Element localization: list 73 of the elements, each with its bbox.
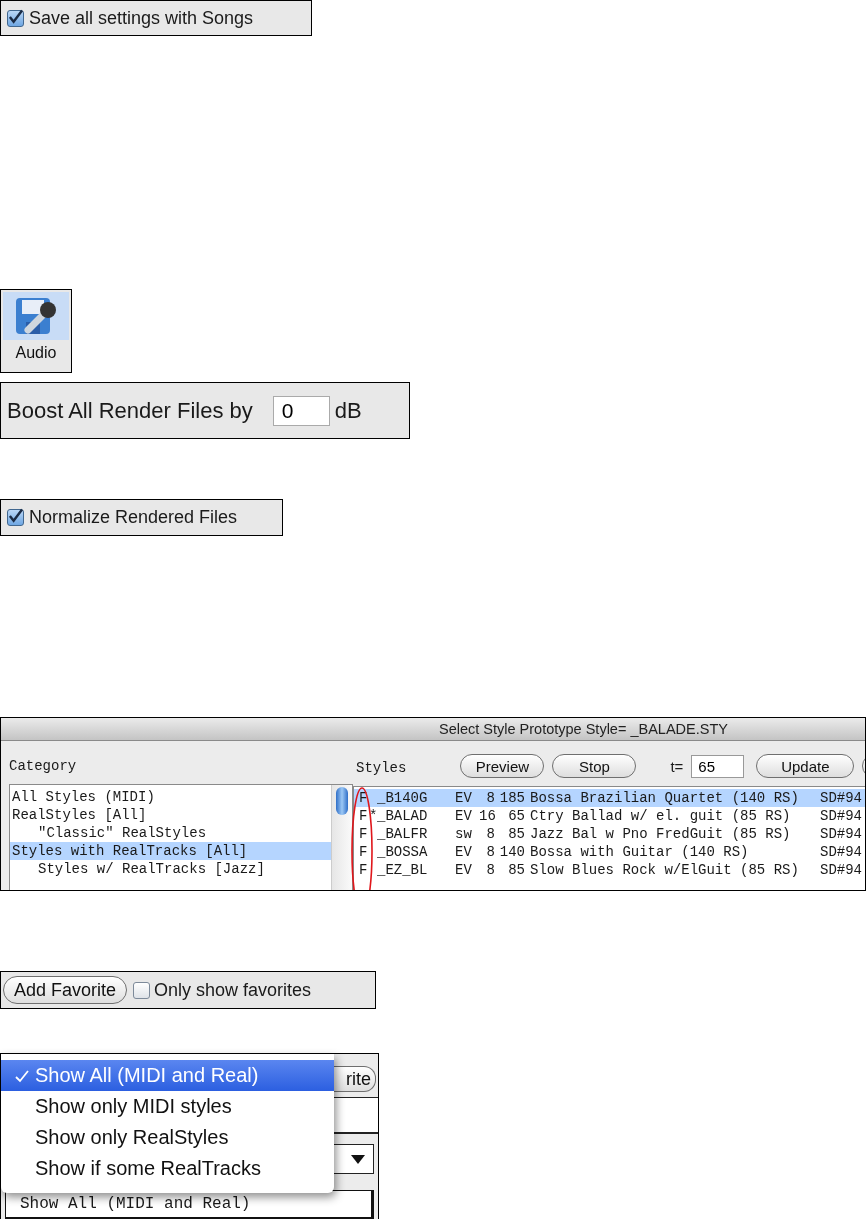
window-title: Select Style Prototype Style= _BALADE.STY	[439, 721, 728, 737]
scroll-thumb[interactable]	[336, 787, 348, 815]
table-cell-text: 8	[485, 789, 495, 807]
table-cell-text: _EZ_BL	[377, 861, 429, 879]
unit-label: dB	[334, 397, 362, 424]
category-item[interactable]: Styles w/ RealTracks [Jazz]	[10, 860, 331, 878]
style-row[interactable]: F _B140G EV 8 185 Bossa Brazilian Quartet (140 RS) SD#94	[354, 789, 865, 807]
boost-field[interactable]: 0	[272, 395, 330, 426]
style-row[interactable]: F _BALFR sw 8 85 Jazz Bal w Pno FredGuit (85 RS) SD#94	[354, 825, 865, 843]
boost-label: Boost All Render Files by	[7, 397, 253, 424]
scrollbar[interactable]	[331, 785, 352, 890]
table-cell-text: 85	[507, 825, 525, 843]
table-cell-text: Ctry Ballad w/ el. guit (85 RS)	[529, 807, 792, 825]
category-item[interactable]: All Styles (MIDI)	[10, 788, 331, 806]
table-cell: F	[359, 807, 369, 825]
table-cell-text: _B140G	[377, 789, 429, 807]
table-cell-text: EV	[455, 789, 473, 807]
table-cell-text: 8	[485, 825, 495, 843]
menu-item[interactable]: Show All (MIDI and Real)	[1, 1060, 334, 1091]
table-cell-text: 85	[507, 861, 525, 879]
category-item[interactable]: Styles with RealTracks [All]	[10, 842, 331, 860]
table-cell-text: _BOSSA	[377, 843, 429, 861]
tempo-field[interactable]: 65	[691, 755, 745, 778]
table-cell-text: 65	[507, 807, 525, 825]
add-favorite-button[interactable]: Add Favorite	[3, 976, 128, 1004]
table-cell-text: _BALAD	[377, 807, 429, 825]
table-cell: F	[359, 861, 369, 879]
table-cell-text: 140	[498, 843, 525, 861]
checkmark-icon	[15, 1068, 29, 1083]
table-cell-text: EV	[455, 843, 473, 861]
table-cell-text: SD#94	[820, 825, 863, 843]
button[interactable]: rite	[334, 1066, 376, 1092]
table-cell-text: 8	[485, 861, 495, 879]
table-cell-text: SD#94	[820, 807, 863, 825]
table-cell: F	[359, 825, 369, 843]
table-cell-text: EV	[455, 807, 473, 825]
update-button[interactable]: Update	[756, 754, 855, 778]
category-label: Category	[9, 758, 78, 776]
table-cell-text: SD#94	[820, 789, 863, 807]
style-row[interactable]: F*_BALAD EV 16 65 Ctry Ballad w/ el. guit (85 RS) SD#94	[354, 807, 865, 825]
checkbox[interactable]	[7, 509, 24, 526]
table-cell-text: Slow Blues Rock w/ElGuit (85 RS)	[529, 861, 800, 879]
table-cell-text: _BALFR	[377, 825, 429, 843]
table-cell-text: SD#94	[820, 843, 863, 861]
style-row[interactable]: F _EZ_BL EV 8 85 Slow Blues Rock w/ElGuit (85 RS) SD#94	[354, 861, 865, 879]
caret-icon	[351, 1154, 365, 1164]
table-cell-text: EV	[455, 861, 473, 879]
table-cell-text: Jazz Bal w Pno FredGuit (85 RS)	[529, 825, 792, 843]
toolbar-button[interactable]: Preview	[460, 754, 545, 778]
table-cell: F	[359, 789, 369, 807]
table-cell: 16	[479, 807, 495, 825]
checkbox-label: Save all settings with Songs	[29, 7, 254, 29]
table-cell-text: 8	[485, 843, 495, 861]
category-item[interactable]: "Classic" RealStyles	[10, 824, 331, 842]
table-cell-text: sw	[455, 825, 473, 843]
table-cell: F	[359, 843, 369, 861]
table-cell-text: Bossa with Guitar (140 RS)	[529, 843, 750, 861]
menu-item[interactable]: Show if some RealTracks	[1, 1153, 334, 1184]
menu-item[interactable]: Show only MIDI styles	[1, 1091, 334, 1122]
checkbox[interactable]	[7, 9, 24, 27]
toolbar-button[interactable]: Stop	[552, 754, 637, 778]
table-cell-text: 185	[498, 789, 525, 807]
menu-item[interactable]: Show only RealStyles	[1, 1122, 334, 1153]
table-cell-text: Bossa Brazilian Quartet (140 RS)	[529, 789, 800, 807]
tempo-label: t=	[670, 758, 684, 775]
styles-label: Styles	[356, 760, 407, 778]
table-cell-text: SD#94	[820, 861, 863, 879]
checkbox[interactable]	[133, 981, 151, 999]
category-item[interactable]: RealStyles [All]	[10, 806, 331, 824]
checkbox-label: Only show favorites	[154, 979, 312, 1001]
checkbox-label: Normalize Rendered Files	[29, 507, 238, 528]
style-row[interactable]: F _BOSSA EV 8 140 Bossa with Guitar (140 RS) SD#94	[354, 843, 865, 861]
table-cell: *	[369, 807, 377, 825]
